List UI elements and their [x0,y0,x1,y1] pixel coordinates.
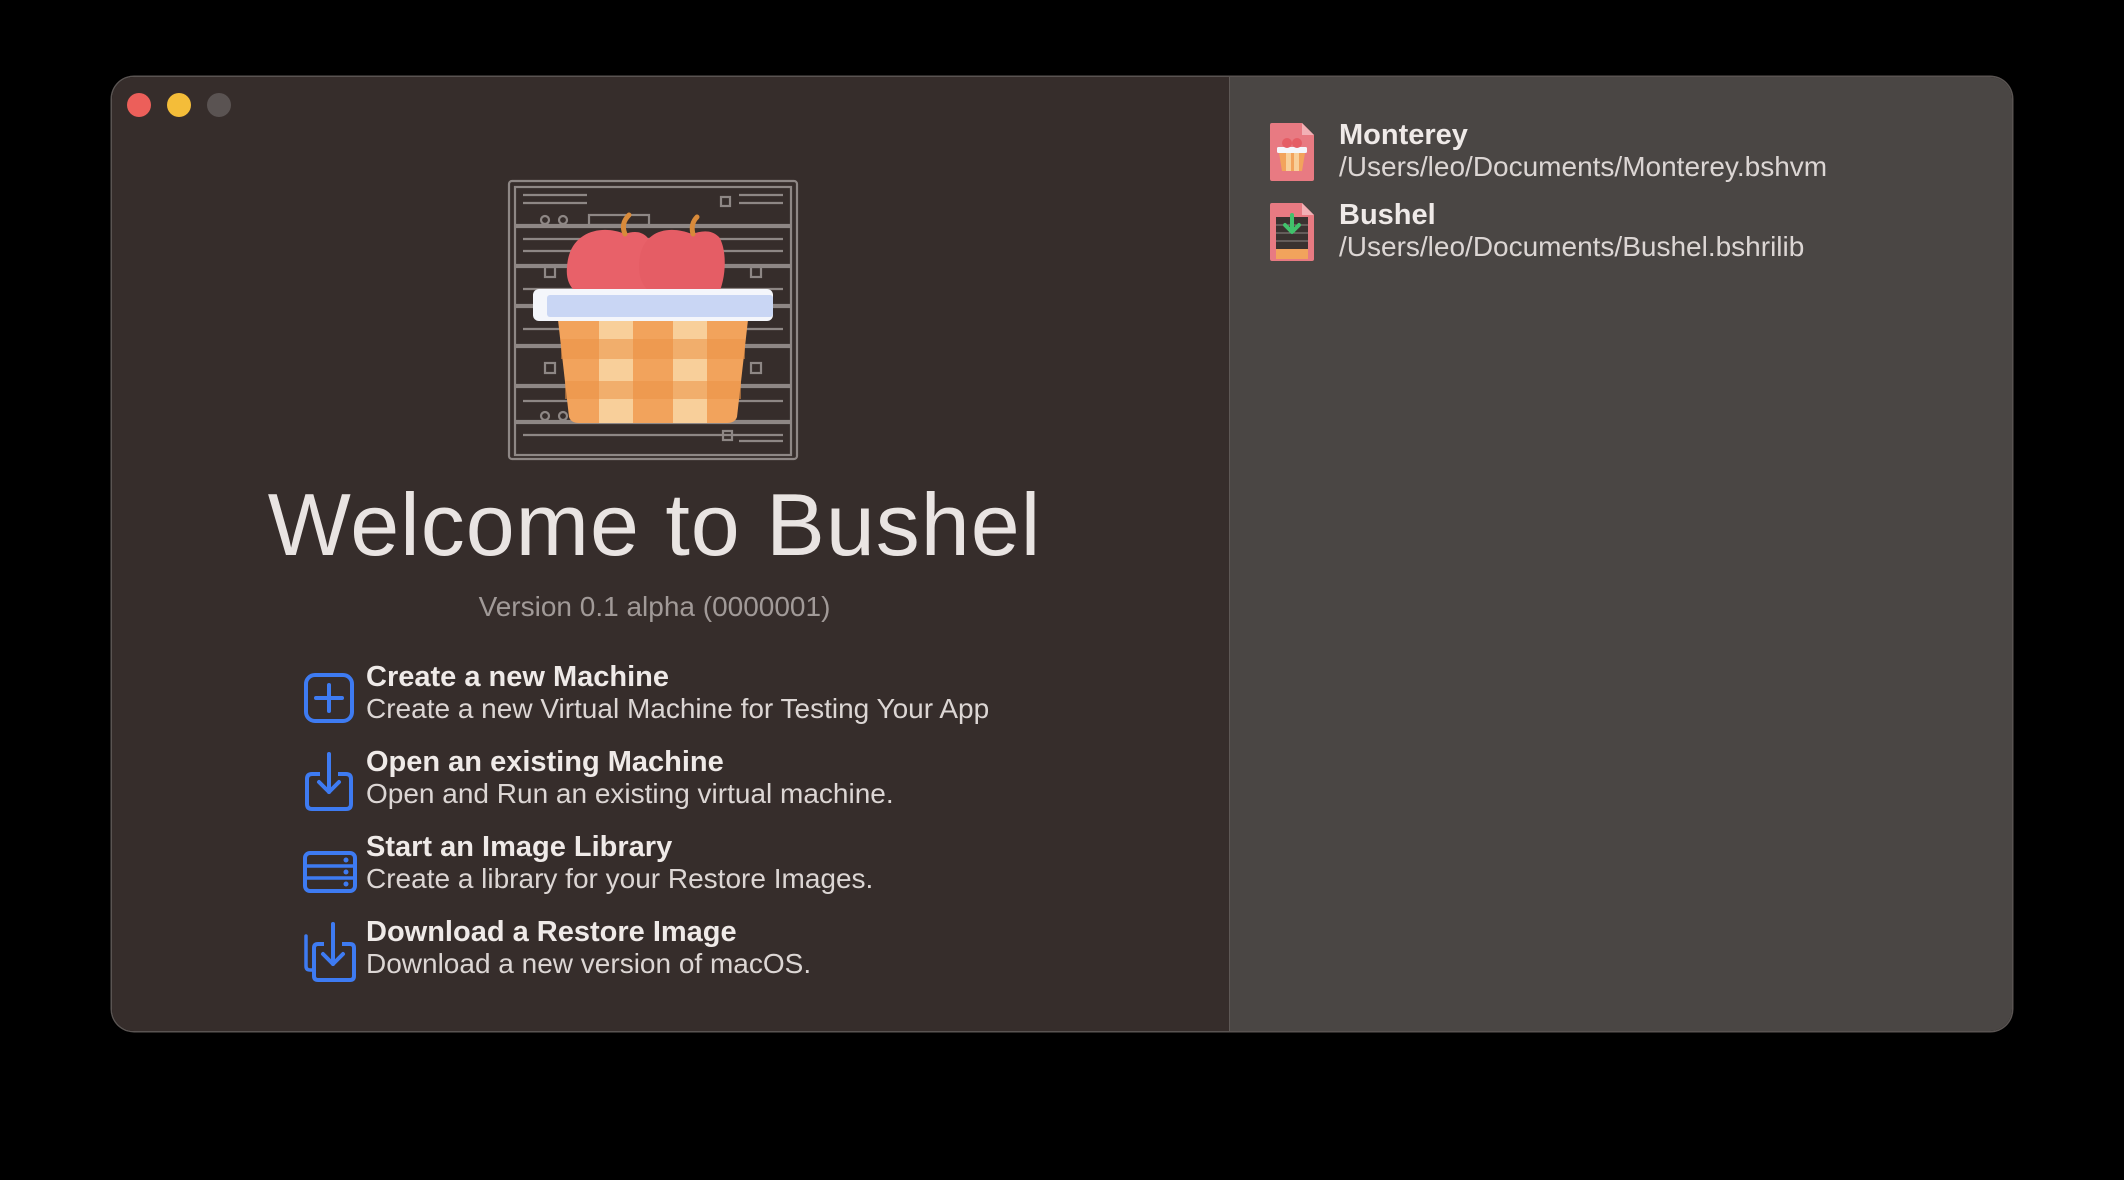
welcome-pane: Welcome to Bushel Version 0.1 alpha (000… [112,77,1229,1031]
version-label: Version 0.1 alpha (0000001) [478,591,831,622]
bushel-logo-icon [507,179,799,461]
action-title: Create a new Machine [366,661,669,693]
action-title: Download a Restore Image [366,916,737,948]
recent-item-name: Monterey [1339,119,1468,151]
zoom-button[interactable] [207,93,231,117]
recent-item-path: /Users/leo/Documents/Bushel.bshrilib [1339,231,1805,262]
library-document-icon [1270,203,1314,261]
welcome-window: Welcome to Bushel Version 0.1 alpha (000… [112,77,2012,1031]
welcome-title: Welcome to Bushel [267,475,1042,574]
action-description: Create a library for your Restore Images… [366,863,874,894]
action-title: Start an Image Library [366,831,673,863]
recent-item-path: /Users/leo/Documents/Monterey.bshvm [1339,151,1828,182]
action-description: Download a new version of macOS. [366,948,812,979]
recent-item-name: Bushel [1339,199,1436,231]
action-title: Open an existing Machine [366,746,724,778]
machine-document-icon [1270,123,1314,181]
recent-documents-pane: Monterey /Users/leo/Documents/Monterey.b… [1229,77,2012,1031]
action-description: Create a new Virtual Machine for Testing… [366,693,990,724]
plus-square-icon [304,673,354,723]
window-controls [127,93,231,117]
action-description: Open and Run an existing virtual machine… [366,778,894,809]
download-tray-icon [305,752,353,811]
server-rack-icon [303,851,357,893]
close-button[interactable] [127,93,151,117]
download-stack-icon [304,922,356,982]
minimize-button[interactable] [167,93,191,117]
